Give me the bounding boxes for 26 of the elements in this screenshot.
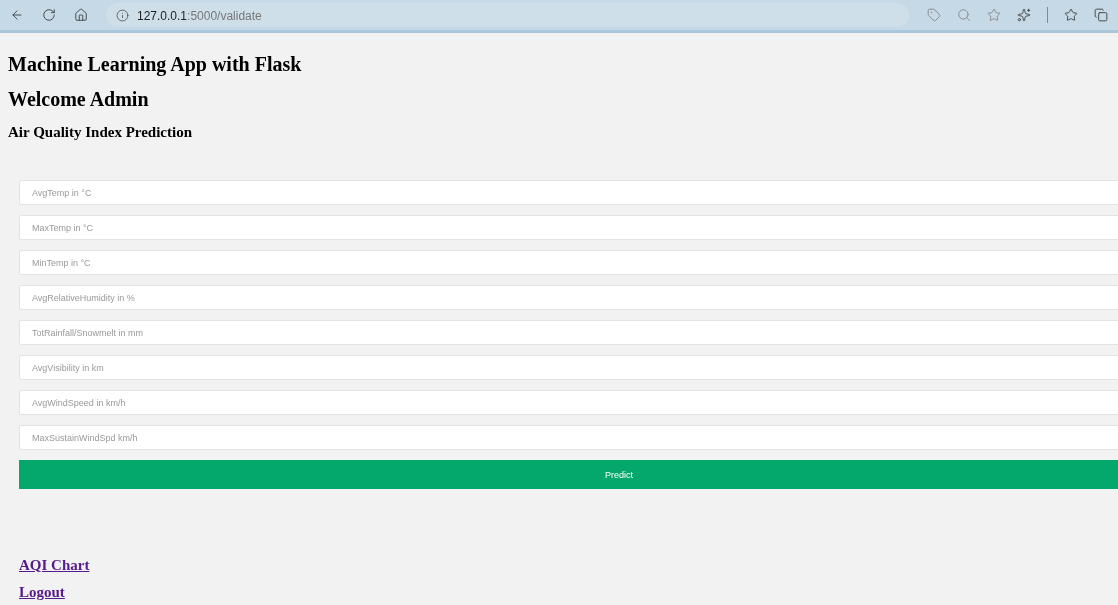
input-field[interactable]: MaxSustainWindSpd km/h <box>19 425 1118 450</box>
url-host: 127.0.0.1 <box>137 9 188 23</box>
collections-icon[interactable] <box>1094 8 1108 22</box>
url-path: :5000/validate <box>187 9 262 23</box>
page-title: Machine Learning App with Flask <box>8 52 303 76</box>
input-field[interactable]: AvgTemp in °C <box>19 180 1118 205</box>
address-bar[interactable]: 127.0.0.1:5000/validate <box>106 3 909 27</box>
nav-link[interactable]: AQI Chart <box>19 556 90 575</box>
input-field[interactable]: MinTemp in °C <box>19 250 1118 275</box>
input-field[interactable]: MaxTemp in °C <box>19 215 1118 240</box>
info-icon[interactable] <box>116 8 129 22</box>
home-icon[interactable] <box>74 8 88 22</box>
sparkle-icon[interactable] <box>1017 8 1031 22</box>
favorites-icon[interactable] <box>1064 8 1078 22</box>
welcome-heading: Welcome Admin <box>8 87 150 111</box>
section-heading: Air Quality Index Prediction <box>8 123 194 141</box>
refresh-icon[interactable] <box>42 8 56 22</box>
input-field[interactable]: AvgRelativeHumidity in % <box>19 285 1118 310</box>
input-field[interactable]: AvgWindSpeed in km/h <box>19 390 1118 415</box>
nav-link[interactable]: Logout <box>19 583 65 602</box>
input-field[interactable]: TotRainfall/Snowmelt in mm <box>19 320 1118 345</box>
back-icon[interactable] <box>10 8 24 22</box>
zoom-icon[interactable] <box>957 8 971 22</box>
favorite-icon[interactable] <box>987 8 1001 22</box>
input-field[interactable]: AvgVisibility in km <box>19 355 1118 380</box>
tag-icon[interactable] <box>927 8 941 22</box>
